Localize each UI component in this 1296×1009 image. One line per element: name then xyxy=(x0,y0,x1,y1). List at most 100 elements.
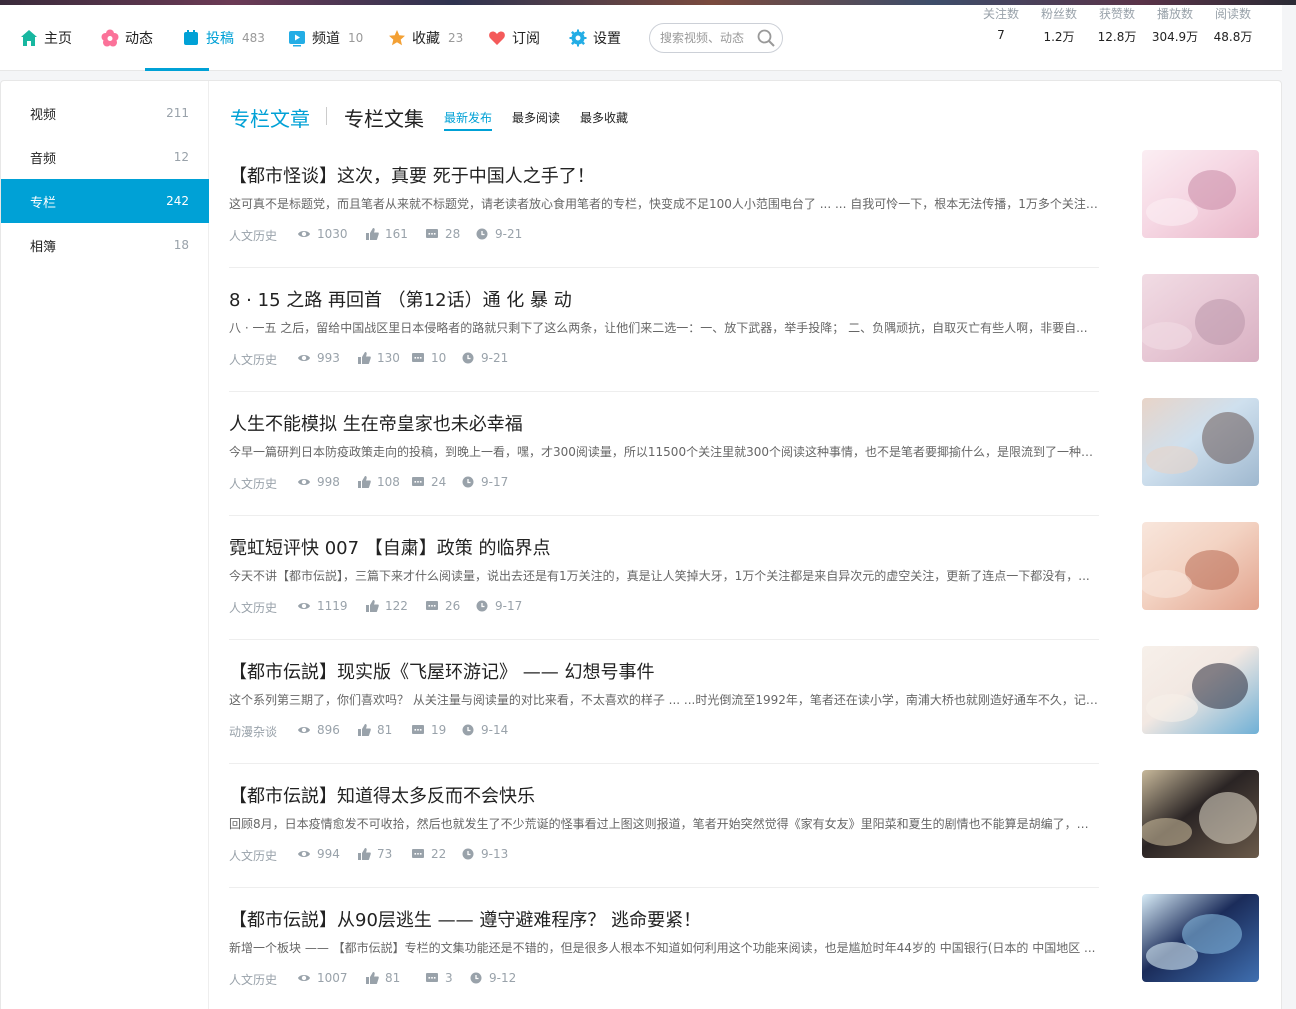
stat-fans[interactable]: 粉丝数 1.2万 xyxy=(1029,5,1089,45)
article-views-count: 993 xyxy=(317,351,340,365)
cover-art xyxy=(1142,646,1259,734)
article-cover-image[interactable] xyxy=(1142,522,1259,610)
search-box xyxy=(649,23,783,53)
sort-latest[interactable]: 最新发布 xyxy=(444,109,492,126)
article-category[interactable]: 人文历史 xyxy=(229,599,277,616)
tab-collections[interactable]: 专栏文集 xyxy=(344,103,424,132)
article-divider xyxy=(229,763,1099,764)
article-item: 【都市怪谈】这次，真要 死于中国人之手了！ 这可真不是标题党，而且笔者从来就不标… xyxy=(229,150,1259,286)
article-views: 1119 xyxy=(297,599,348,613)
article-category[interactable]: 人文历史 xyxy=(229,971,277,988)
article-title[interactable]: 【都市伝説】从90层逃生 —— 遵守避难程序？ 逃命要紧！ xyxy=(229,906,701,932)
article-comments-count: 22 xyxy=(431,847,447,861)
nav-favorites[interactable]: 收藏 23 xyxy=(388,5,463,71)
clock-icon xyxy=(462,848,474,860)
eye-icon xyxy=(298,355,310,361)
nav-channel-count: 10 xyxy=(348,31,364,45)
article-description: 这可真不是标题党，而且笔者从来就不标题党，请老读者放心食用笔者的专栏，快变成不足… xyxy=(229,197,1099,211)
article-views-count: 1119 xyxy=(317,599,348,613)
thumbs-up-icon xyxy=(366,600,379,612)
cover-art xyxy=(1142,398,1259,486)
article-item: 【都市伝説】从90层逃生 —— 遵守避难程序？ 逃命要紧！ 新增一个板块 —— … xyxy=(229,894,1259,1009)
article-likes-count: 108 xyxy=(377,475,400,489)
sidebar-item-column[interactable]: 专栏 242 xyxy=(1,179,209,223)
search-icon[interactable] xyxy=(756,28,776,48)
article-comments-count: 3 xyxy=(445,971,453,985)
clock-icon xyxy=(462,352,474,364)
sidebar-item-label: 专栏 xyxy=(30,195,57,211)
sort-most-read[interactable]: 最多阅读 xyxy=(512,109,560,126)
article-date-text: 9-21 xyxy=(481,351,509,365)
article-cover-image[interactable] xyxy=(1142,398,1259,486)
nav-home[interactable]: 主页 xyxy=(20,5,72,71)
nav-channel[interactable]: 频道 10 xyxy=(288,5,363,71)
article-date: 9-21 xyxy=(461,351,508,365)
stat-following[interactable]: 关注数 7 xyxy=(971,5,1031,42)
article-date: 9-17 xyxy=(461,475,508,489)
tab-articles[interactable]: 专栏文章 xyxy=(230,103,310,132)
eye-icon xyxy=(298,603,310,609)
article-description: 今早一篇研判日本防疫政策走向的投稿，到晚上一看，嘿，才300阅读量，所以1150… xyxy=(229,445,1099,459)
eye-icon xyxy=(298,727,310,733)
tab-divider xyxy=(326,107,327,125)
article-cover-image[interactable] xyxy=(1142,150,1259,238)
article-date-text: 9-17 xyxy=(481,475,509,489)
article-title[interactable]: 【都市怪谈】这次，真要 死于中国人之手了！ xyxy=(229,162,595,188)
sort-most-fav[interactable]: 最多收藏 xyxy=(580,109,628,126)
nav-contribute[interactable]: 投稿 483 xyxy=(182,5,265,71)
article-date: 9-17 xyxy=(475,599,522,613)
article-title[interactable]: 【都市伝説】现实版《飞屋环游记》 —— 幻想号事件 xyxy=(229,658,654,684)
sidebar-item-audio[interactable]: 音频 12 xyxy=(1,135,209,179)
article-divider xyxy=(229,887,1099,888)
article-category[interactable]: 人文历史 xyxy=(229,475,277,492)
article-comments-count: 24 xyxy=(431,475,447,489)
nav-subscribe[interactable]: 订阅 xyxy=(488,5,540,71)
article-date-text: 9-12 xyxy=(489,971,517,985)
sidebar-item-label: 音频 xyxy=(30,151,57,167)
eye-icon xyxy=(298,231,310,237)
thumbs-up-icon xyxy=(358,476,371,488)
nav-subscribe-label: 订阅 xyxy=(512,31,540,47)
article-cover-image[interactable] xyxy=(1142,770,1259,858)
sidebar: 视频 211 音频 12 专栏 242 相簿 18 xyxy=(1,81,209,1009)
article-date: 9-14 xyxy=(461,723,508,737)
article-title[interactable]: 人生不能模拟 生在帝皇家也未必幸福 xyxy=(229,410,523,436)
article-comments-count: 19 xyxy=(431,723,447,737)
search-input[interactable] xyxy=(660,29,756,47)
clock-icon xyxy=(462,724,474,736)
clock-icon xyxy=(476,228,488,240)
sidebar-item-count: 12 xyxy=(173,150,189,164)
article-category[interactable]: 人文历史 xyxy=(229,351,277,368)
nav-contribute-count: 483 xyxy=(242,31,265,45)
eye-icon xyxy=(298,851,310,857)
cover-art xyxy=(1142,274,1259,362)
nav-dynamic[interactable]: 动态 xyxy=(101,5,153,71)
sidebar-item-count: 18 xyxy=(173,238,189,252)
article-divider xyxy=(229,515,1099,516)
article-likes: 108 xyxy=(357,475,400,489)
article-cover-image[interactable] xyxy=(1142,646,1259,734)
article-category[interactable]: 动漫杂谈 xyxy=(229,723,277,740)
article-item: 霓虹短评快 007 【自粛】政策 的临界点 今天不讲【都市伝説】，三篇下来才什么… xyxy=(229,522,1259,658)
article-title[interactable]: 8 · 15 之路 再回首 （第12话）通 化 暴 动 xyxy=(229,286,572,312)
article-category[interactable]: 人文历史 xyxy=(229,227,277,244)
stat-value: 7 xyxy=(997,28,1005,42)
clock-icon xyxy=(476,600,488,612)
article-cover-image[interactable] xyxy=(1142,894,1259,982)
article-title[interactable]: 【都市伝説】知道得太多反而不会快乐 xyxy=(229,782,535,808)
sidebar-item-label: 视频 xyxy=(30,107,57,123)
article-likes-count: 81 xyxy=(377,723,393,737)
nav-settings[interactable]: 设置 xyxy=(569,5,621,71)
article-title[interactable]: 霓虹短评快 007 【自粛】政策 的临界点 xyxy=(229,534,551,560)
article-likes: 73 xyxy=(357,847,392,861)
article-likes: 81 xyxy=(365,971,400,985)
comment-icon xyxy=(412,353,424,362)
article-cover-image[interactable] xyxy=(1142,274,1259,362)
article-likes-count: 81 xyxy=(385,971,401,985)
article-category[interactable]: 人文历史 xyxy=(229,847,277,864)
sidebar-item-album[interactable]: 相簿 18 xyxy=(1,223,209,267)
flower-icon xyxy=(101,29,119,47)
sidebar-item-video[interactable]: 视频 211 xyxy=(1,91,209,135)
home-icon xyxy=(20,29,38,47)
comment-icon xyxy=(412,725,424,734)
